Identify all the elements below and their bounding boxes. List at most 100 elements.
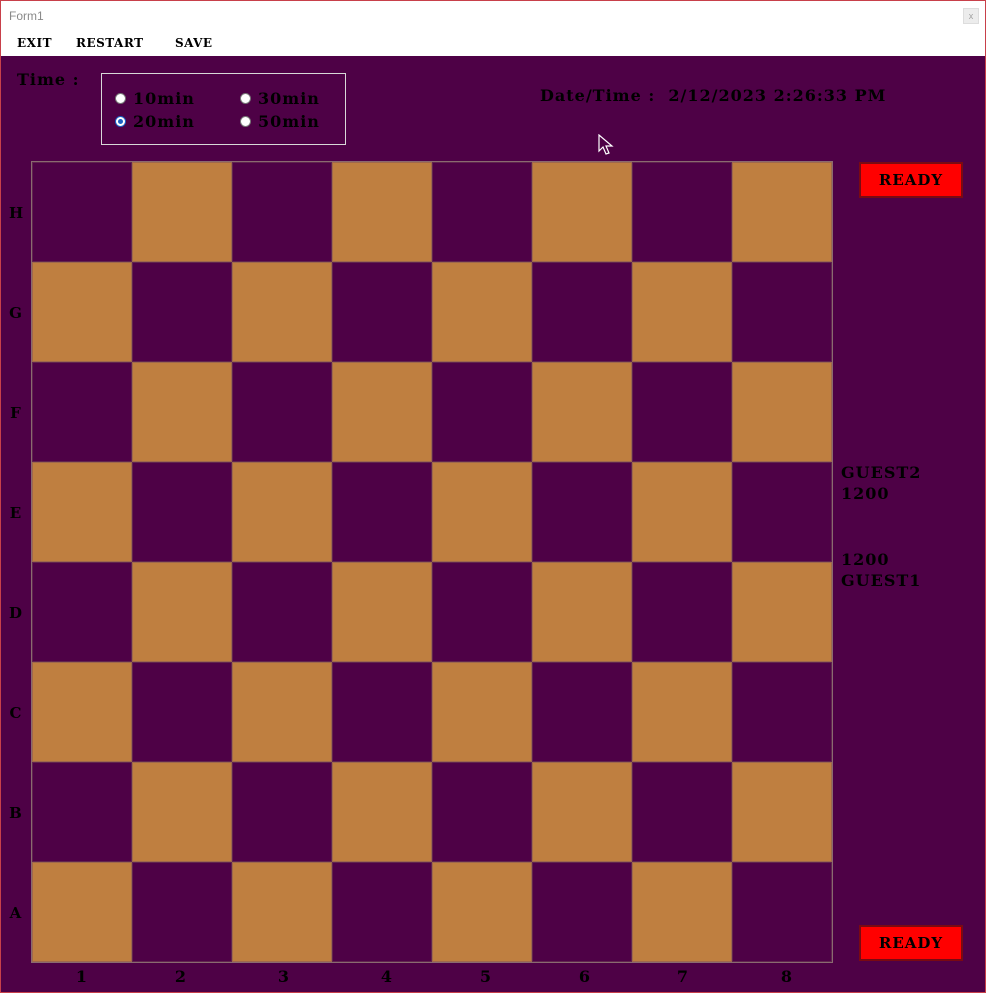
square-H5[interactable] <box>432 162 532 262</box>
menu-restart[interactable]: RESTART <box>76 36 144 50</box>
rank-label-A: A <box>9 904 23 922</box>
time-label: Time : <box>17 70 80 89</box>
square-G1[interactable] <box>32 262 132 362</box>
square-G6[interactable] <box>532 262 632 362</box>
square-E5[interactable] <box>432 462 532 562</box>
square-G5[interactable] <box>432 262 532 362</box>
radio-30min-label: 30min <box>258 89 320 108</box>
rank-label-E: E <box>9 504 23 522</box>
square-H3[interactable] <box>232 162 332 262</box>
square-C4[interactable] <box>332 662 432 762</box>
rank-label-G: G <box>9 304 23 322</box>
menu-exit[interactable]: EXIT <box>17 36 52 50</box>
square-H6[interactable] <box>532 162 632 262</box>
square-G4[interactable] <box>332 262 432 362</box>
square-B7[interactable] <box>632 762 732 862</box>
square-A4[interactable] <box>332 862 432 962</box>
square-D7[interactable] <box>632 562 732 662</box>
square-E7[interactable] <box>632 462 732 562</box>
square-H7[interactable] <box>632 162 732 262</box>
square-E8[interactable] <box>732 462 832 562</box>
square-D2[interactable] <box>132 562 232 662</box>
square-G7[interactable] <box>632 262 732 362</box>
radio-30min-circle[interactable] <box>240 93 251 104</box>
radio-10min-label: 10min <box>133 89 195 108</box>
square-C1[interactable] <box>32 662 132 762</box>
square-D8[interactable] <box>732 562 832 662</box>
radio-30min[interactable]: 30min <box>240 89 320 108</box>
square-F8[interactable] <box>732 362 832 462</box>
square-E6[interactable] <box>532 462 632 562</box>
window-title: Form1 <box>9 9 44 23</box>
menu-save[interactable]: SAVE <box>175 36 213 50</box>
radio-10min-circle[interactable] <box>115 93 126 104</box>
square-C8[interactable] <box>732 662 832 762</box>
square-F4[interactable] <box>332 362 432 462</box>
file-label-2: 2 <box>174 967 188 986</box>
square-G3[interactable] <box>232 262 332 362</box>
radio-50min-circle[interactable] <box>240 116 251 127</box>
datetime-value: 2/12/2023 2:26:33 PM <box>668 86 887 105</box>
file-label-4: 4 <box>380 967 394 986</box>
square-G8[interactable] <box>732 262 832 362</box>
square-G2[interactable] <box>132 262 232 362</box>
square-C2[interactable] <box>132 662 232 762</box>
square-H1[interactable] <box>32 162 132 262</box>
square-A6[interactable] <box>532 862 632 962</box>
ready-button-top[interactable]: READY <box>859 162 963 198</box>
file-label-6: 6 <box>578 967 592 986</box>
file-label-8: 8 <box>780 967 794 986</box>
square-A5[interactable] <box>432 862 532 962</box>
file-label-3: 3 <box>277 967 291 986</box>
square-F3[interactable] <box>232 362 332 462</box>
square-A8[interactable] <box>732 862 832 962</box>
square-D6[interactable] <box>532 562 632 662</box>
square-C3[interactable] <box>232 662 332 762</box>
radio-10min[interactable]: 10min <box>115 89 195 108</box>
radio-20min[interactable]: 20min <box>115 112 195 131</box>
square-C5[interactable] <box>432 662 532 762</box>
square-D4[interactable] <box>332 562 432 662</box>
square-H2[interactable] <box>132 162 232 262</box>
square-A7[interactable] <box>632 862 732 962</box>
square-C6[interactable] <box>532 662 632 762</box>
square-D1[interactable] <box>32 562 132 662</box>
square-B6[interactable] <box>532 762 632 862</box>
radio-50min[interactable]: 50min <box>240 112 320 131</box>
square-A3[interactable] <box>232 862 332 962</box>
square-F1[interactable] <box>32 362 132 462</box>
square-F2[interactable] <box>132 362 232 462</box>
square-F6[interactable] <box>532 362 632 462</box>
square-B4[interactable] <box>332 762 432 862</box>
square-E3[interactable] <box>232 462 332 562</box>
rank-label-F: F <box>10 404 22 422</box>
close-button[interactable]: x <box>963 8 979 24</box>
file-label-1: 1 <box>75 967 89 986</box>
square-B8[interactable] <box>732 762 832 862</box>
square-A1[interactable] <box>32 862 132 962</box>
square-F7[interactable] <box>632 362 732 462</box>
time-options-group: 10min 30min 20min 50min <box>101 73 346 145</box>
square-D5[interactable] <box>432 562 532 662</box>
player-top-info: GUEST2 1200 <box>841 462 921 504</box>
square-F5[interactable] <box>432 362 532 462</box>
chess-board[interactable] <box>31 161 833 963</box>
square-H4[interactable] <box>332 162 432 262</box>
player-bottom-name: GUEST1 <box>841 571 922 590</box>
square-C7[interactable] <box>632 662 732 762</box>
datetime-label: Date/Time : <box>540 86 656 105</box>
file-label-5: 5 <box>479 967 493 986</box>
square-B3[interactable] <box>232 762 332 862</box>
square-E4[interactable] <box>332 462 432 562</box>
square-B1[interactable] <box>32 762 132 862</box>
player-top-name: GUEST2 <box>841 463 922 482</box>
radio-20min-circle[interactable] <box>115 116 126 127</box>
square-E1[interactable] <box>32 462 132 562</box>
square-E2[interactable] <box>132 462 232 562</box>
square-D3[interactable] <box>232 562 332 662</box>
square-H8[interactable] <box>732 162 832 262</box>
square-B5[interactable] <box>432 762 532 862</box>
ready-button-bottom[interactable]: READY <box>859 925 963 961</box>
square-B2[interactable] <box>132 762 232 862</box>
square-A2[interactable] <box>132 862 232 962</box>
